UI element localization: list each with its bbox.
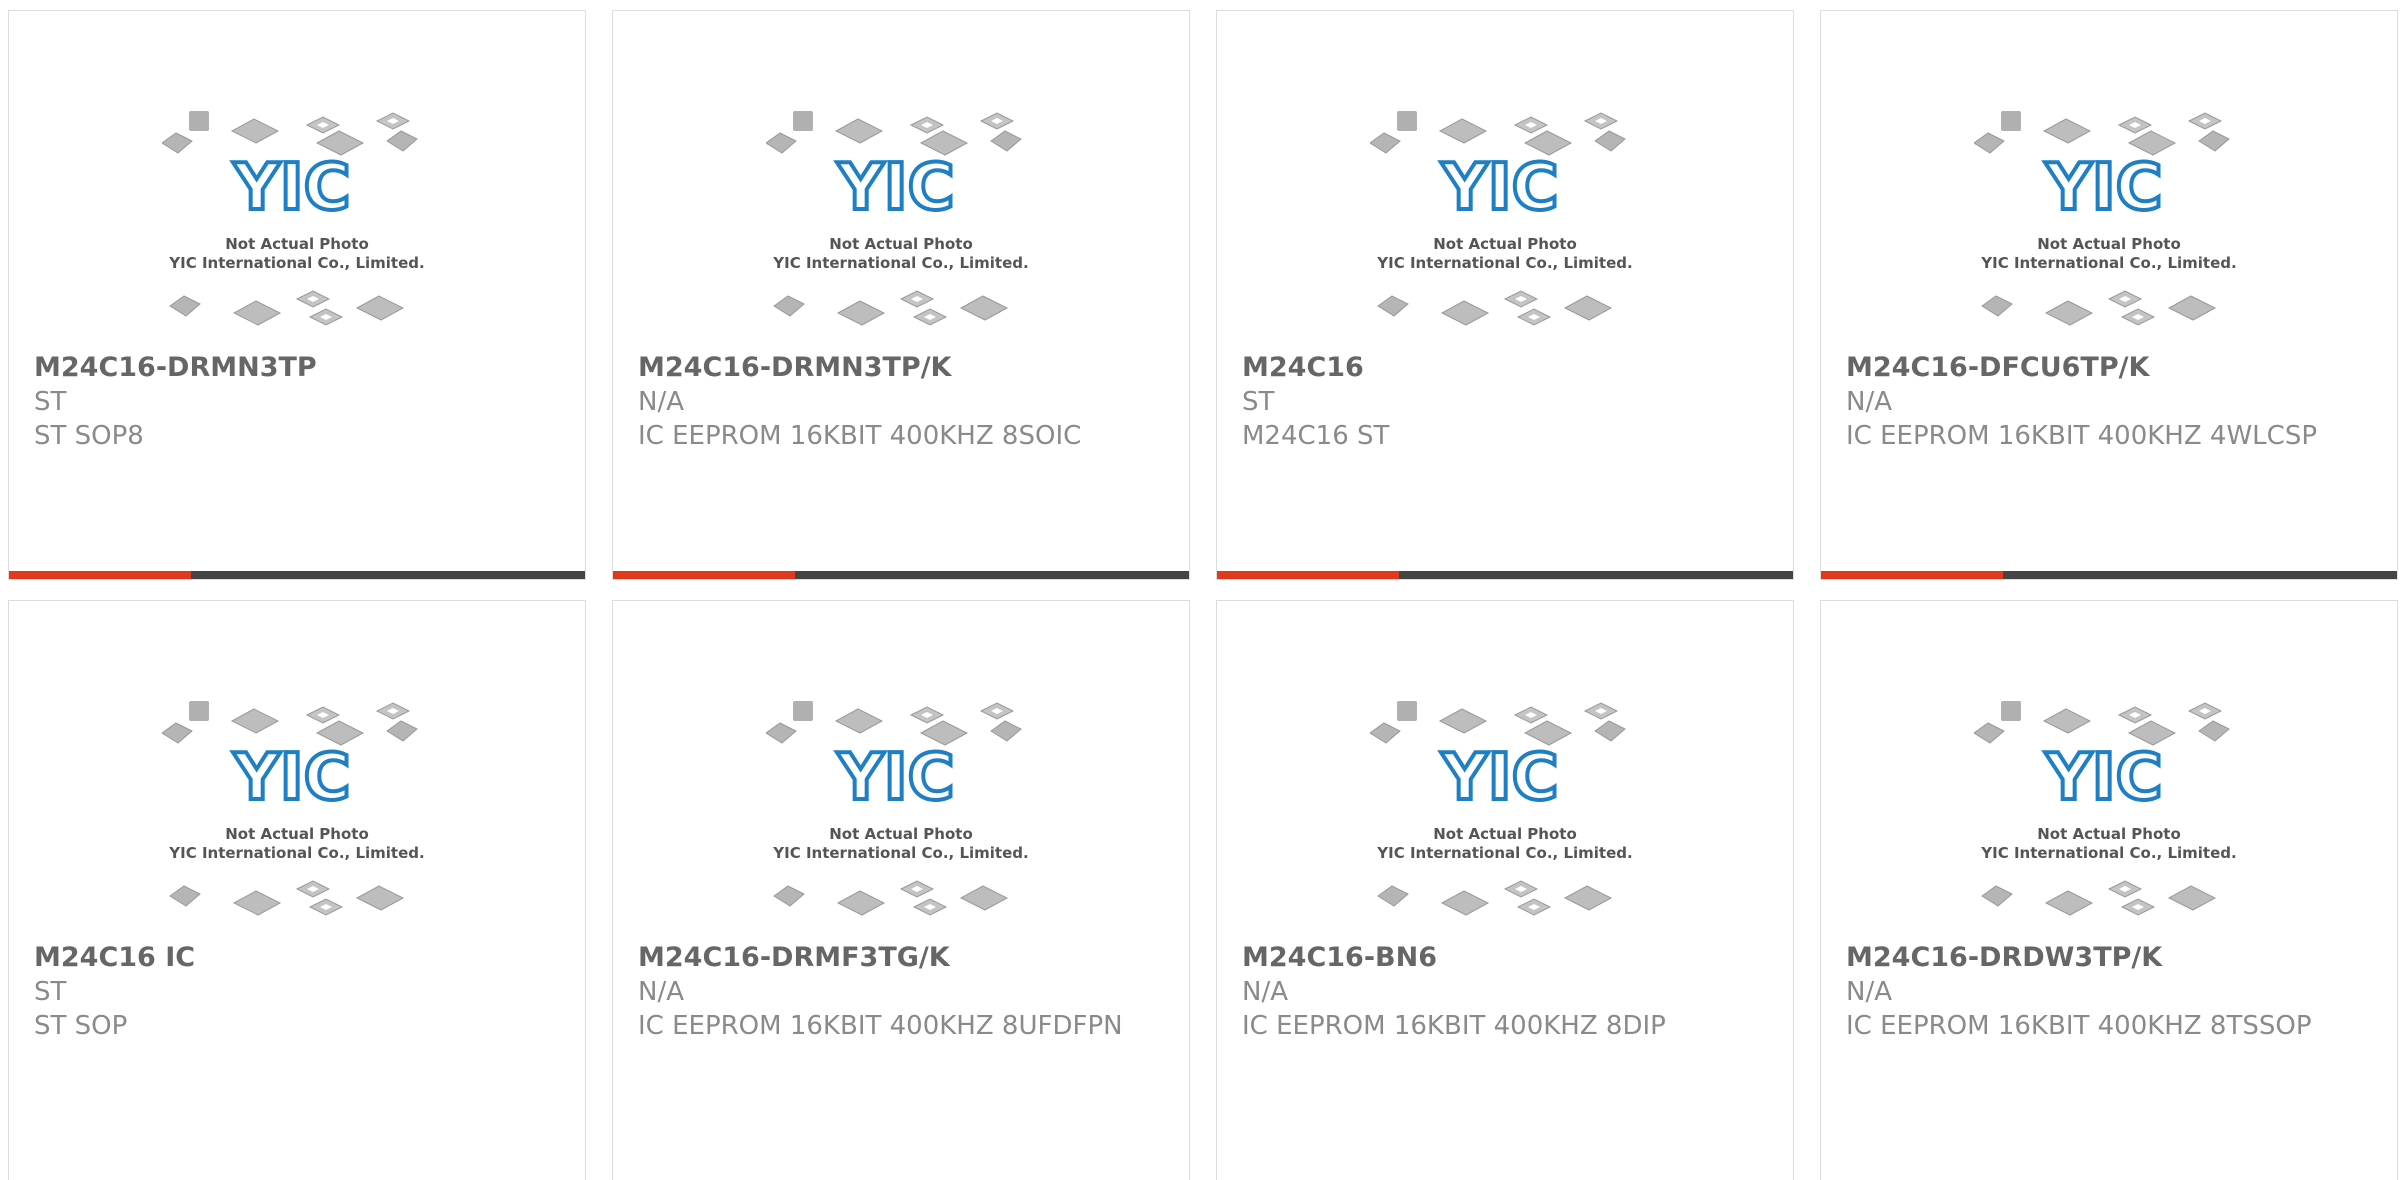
product-card[interactable]: YIC Not Actual Photo YIC International C… bbox=[1216, 600, 1794, 1180]
manufacturer: N/A bbox=[638, 387, 684, 417]
description: IC EEPROM 16KBIT 400KHZ 8DIP bbox=[1242, 1011, 1666, 1041]
product-placeholder-image[interactable]: YIC Not Actual Photo YIC International C… bbox=[765, 101, 1036, 346]
placeholder-caption-1: Not Actual Photo bbox=[225, 825, 369, 843]
description: IC EEPROM 16KBIT 400KHZ 8TSSOP bbox=[1846, 1011, 2312, 1041]
description: IC EEPROM 16KBIT 400KHZ 4WLCSP bbox=[1846, 421, 2318, 451]
placeholder-caption-2: YIC International Co., Limited. bbox=[1980, 844, 2236, 862]
part-number[interactable]: M24C16 bbox=[1242, 351, 1773, 385]
manufacturer: N/A bbox=[1242, 977, 1288, 1007]
yic-logo: YIC bbox=[2044, 151, 2162, 225]
yic-logo: YIC bbox=[232, 741, 350, 815]
product-info: M24C16-BN6 N/A IC EEPROM 16KBIT 400KHZ 8… bbox=[1242, 941, 1773, 1043]
placeholder-caption-1: Not Actual Photo bbox=[829, 235, 973, 253]
part-number[interactable]: M24C16-BN6 bbox=[1242, 941, 1773, 975]
product-placeholder-image[interactable]: YIC Not Actual Photo YIC International C… bbox=[1973, 691, 2244, 936]
part-number[interactable]: M24C16-DRDW3TP/K bbox=[1846, 941, 2377, 975]
product-info: M24C16-DFCU6TP/K N/A IC EEPROM 16KBIT 40… bbox=[1846, 351, 2377, 453]
product-placeholder-image[interactable]: YIC Not Actual Photo YIC International C… bbox=[161, 691, 432, 936]
description: ST SOP8 bbox=[34, 421, 144, 451]
card-bottom-bar bbox=[9, 571, 585, 579]
product-grid: YIC Not Actual Photo YIC International C… bbox=[0, 0, 2400, 1180]
description: M24C16 ST bbox=[1242, 421, 1390, 451]
placeholder-caption-2: YIC International Co., Limited. bbox=[1376, 844, 1632, 862]
description: ST SOP bbox=[34, 1011, 128, 1041]
yic-logo: YIC bbox=[836, 741, 954, 815]
yic-logo: YIC bbox=[1440, 741, 1558, 815]
placeholder-caption-2: YIC International Co., Limited. bbox=[772, 254, 1028, 272]
product-card[interactable]: YIC Not Actual Photo YIC International C… bbox=[612, 600, 1190, 1180]
product-info: M24C16 IC ST ST SOP bbox=[34, 941, 565, 1043]
product-card[interactable]: YIC Not Actual Photo YIC International C… bbox=[8, 600, 586, 1180]
manufacturer: ST bbox=[34, 977, 67, 1007]
product-card[interactable]: YIC Not Actual Photo YIC International C… bbox=[8, 10, 586, 580]
placeholder-caption-2: YIC International Co., Limited. bbox=[1980, 254, 2236, 272]
manufacturer: ST bbox=[34, 387, 67, 417]
card-bottom-bar bbox=[1821, 571, 2397, 579]
card-accent bbox=[613, 571, 795, 579]
product-info: M24C16 ST M24C16 ST bbox=[1242, 351, 1773, 453]
yic-logo: YIC bbox=[836, 151, 954, 225]
part-number[interactable]: M24C16-DFCU6TP/K bbox=[1846, 351, 2377, 385]
placeholder-caption-2: YIC International Co., Limited. bbox=[168, 844, 424, 862]
description: IC EEPROM 16KBIT 400KHZ 8UFDFPN bbox=[638, 1011, 1123, 1041]
yic-logo: YIC bbox=[1440, 151, 1558, 225]
manufacturer: N/A bbox=[1846, 977, 1892, 1007]
card-accent bbox=[9, 571, 191, 579]
placeholder-caption-1: Not Actual Photo bbox=[1433, 825, 1577, 843]
product-info: M24C16-DRMF3TG/K N/A IC EEPROM 16KBIT 40… bbox=[638, 941, 1169, 1043]
product-placeholder-image[interactable]: YIC Not Actual Photo YIC International C… bbox=[765, 691, 1036, 936]
placeholder-caption-2: YIC International Co., Limited. bbox=[1376, 254, 1632, 272]
product-placeholder-image[interactable]: YIC Not Actual Photo YIC International C… bbox=[1369, 101, 1640, 346]
product-placeholder-image[interactable]: YIC Not Actual Photo YIC International C… bbox=[161, 101, 432, 346]
description: IC EEPROM 16KBIT 400KHZ 8SOIC bbox=[638, 421, 1082, 451]
part-number[interactable]: M24C16-DRMN3TP bbox=[34, 351, 565, 385]
product-card[interactable]: YIC Not Actual Photo YIC International C… bbox=[1216, 10, 1794, 580]
manufacturer: N/A bbox=[638, 977, 684, 1007]
card-accent bbox=[1821, 571, 2003, 579]
placeholder-caption-1: Not Actual Photo bbox=[2037, 235, 2181, 253]
product-placeholder-image[interactable]: YIC Not Actual Photo YIC International C… bbox=[1369, 691, 1640, 936]
card-bottom-bar bbox=[613, 571, 1189, 579]
card-bottom-bar bbox=[1217, 571, 1793, 579]
placeholder-caption-1: Not Actual Photo bbox=[2037, 825, 2181, 843]
product-card[interactable]: YIC Not Actual Photo YIC International C… bbox=[1820, 10, 2398, 580]
part-number[interactable]: M24C16-DRMN3TP/K bbox=[638, 351, 1169, 385]
yic-logo: YIC bbox=[2044, 741, 2162, 815]
product-placeholder-image[interactable]: YIC Not Actual Photo YIC International C… bbox=[1973, 101, 2244, 346]
card-accent bbox=[1217, 571, 1399, 579]
product-card[interactable]: YIC Not Actual Photo YIC International C… bbox=[1820, 600, 2398, 1180]
placeholder-caption-1: Not Actual Photo bbox=[1433, 235, 1577, 253]
placeholder-caption-1: Not Actual Photo bbox=[829, 825, 973, 843]
product-card[interactable]: YIC Not Actual Photo YIC International C… bbox=[612, 10, 1190, 580]
placeholder-caption-1: Not Actual Photo bbox=[225, 235, 369, 253]
product-info: M24C16-DRMN3TP ST ST SOP8 bbox=[34, 351, 565, 453]
manufacturer: ST bbox=[1242, 387, 1275, 417]
product-info: M24C16-DRMN3TP/K N/A IC EEPROM 16KBIT 40… bbox=[638, 351, 1169, 453]
product-info: M24C16-DRDW3TP/K N/A IC EEPROM 16KBIT 40… bbox=[1846, 941, 2377, 1043]
part-number[interactable]: M24C16-DRMF3TG/K bbox=[638, 941, 1169, 975]
manufacturer: N/A bbox=[1846, 387, 1892, 417]
yic-logo: YIC bbox=[232, 151, 350, 225]
placeholder-caption-2: YIC International Co., Limited. bbox=[772, 844, 1028, 862]
placeholder-caption-2: YIC International Co., Limited. bbox=[168, 254, 424, 272]
part-number[interactable]: M24C16 IC bbox=[34, 941, 565, 975]
